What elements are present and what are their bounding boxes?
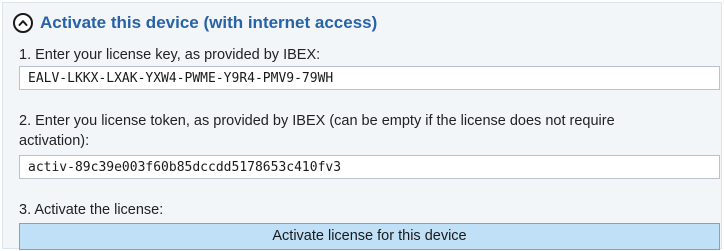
activate-license-button[interactable]: Activate license for this device: [19, 223, 720, 250]
chevron-up-circle-icon[interactable]: [13, 13, 33, 33]
section-title: Activate this device (with internet acce…: [40, 13, 378, 32]
section-header[interactable]: Activate this device (with internet acce…: [13, 11, 377, 35]
activate-license-label: 3. Activate the license:: [19, 202, 164, 218]
license-key-input[interactable]: [19, 66, 720, 90]
license-token-input[interactable]: [19, 155, 720, 179]
license-key-label: 1. Enter your license key, as provided b…: [19, 47, 321, 63]
activation-panel: Activate this device (with internet acce…: [2, 2, 722, 250]
license-token-label: 2. Enter you license token, as provided …: [19, 113, 615, 149]
